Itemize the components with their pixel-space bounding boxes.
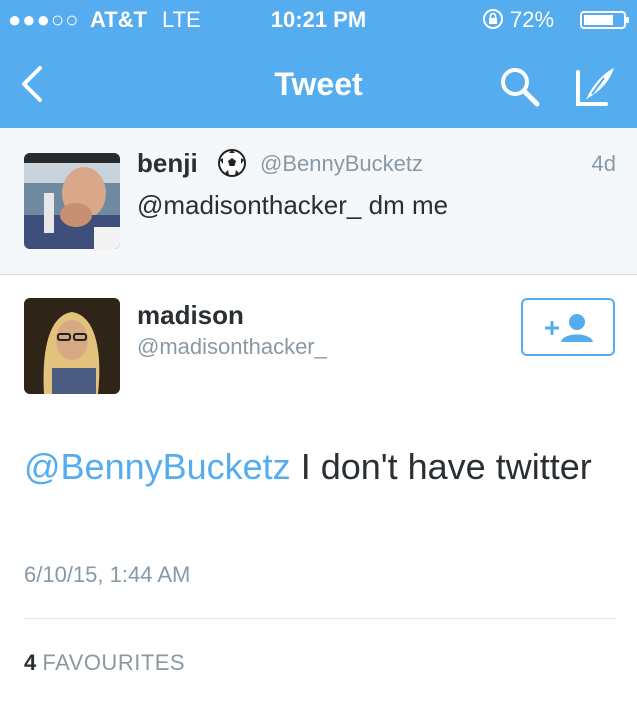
tweet-text: @BennyBucketz I don't have twitter [24, 440, 614, 494]
divider [24, 618, 616, 619]
search-icon[interactable] [497, 64, 543, 110]
favourites-stat[interactable]: 4 FAVOURITES [24, 650, 185, 676]
compose-tweet-icon[interactable] [570, 64, 618, 112]
battery-percent: 72% [510, 7, 555, 32]
navigation-bar: Tweet [0, 50, 637, 120]
author-name[interactable]: benji [137, 148, 198, 179]
soccer-ball-icon [218, 149, 246, 177]
follow-button[interactable] [521, 298, 615, 356]
author-name[interactable]: madison [137, 300, 244, 331]
author-handle[interactable]: @BennyBucketz [260, 151, 423, 177]
add-user-icon [545, 314, 593, 342]
avatar[interactable] [24, 153, 120, 249]
parent-tweet-text: @madisonthacker_ dm me [137, 190, 449, 220]
favourites-count: 4 [24, 650, 37, 675]
status-bar: ●●●○○ AT&T LTE 10:21 PM 72% [0, 0, 637, 40]
top-bar: ●●●○○ AT&T LTE 10:21 PM 72% Tweet [0, 0, 637, 128]
rotation-lock-icon [483, 9, 503, 29]
favourites-label: FAVOURITES [42, 650, 186, 675]
tweet-body: I don't have twitter [290, 446, 592, 487]
mention-link[interactable]: @BennyBucketz [24, 446, 291, 487]
author-handle[interactable]: @madisonthacker_ [137, 334, 327, 360]
battery-icon [580, 11, 629, 29]
avatar[interactable] [24, 298, 120, 394]
tweet-timestamp: 6/10/15, 1:44 AM [24, 562, 191, 587]
tweet-age: 4d [591, 151, 616, 176]
